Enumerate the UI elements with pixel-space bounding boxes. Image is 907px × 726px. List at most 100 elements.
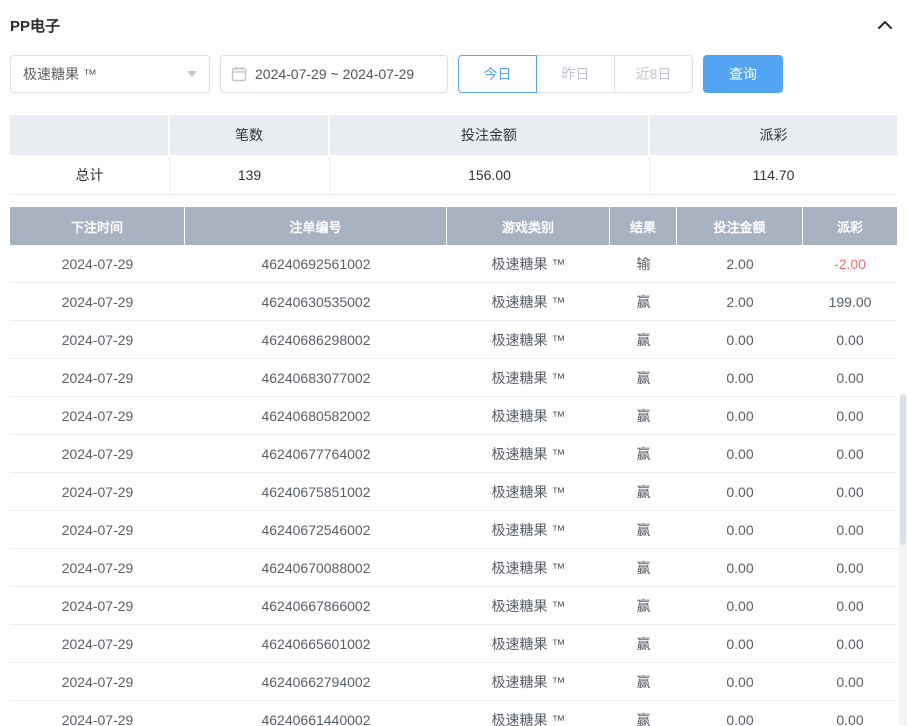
cell-order-no: 46240692561002: [185, 245, 447, 282]
table-row: 2024-07-29 46240675851002 极速糖果 ™ 赢 0.00 …: [10, 473, 897, 511]
scrollbar-thumb[interactable]: [900, 395, 906, 545]
cell-bet-time: 2024-07-29: [10, 587, 185, 624]
cell-payout: 0.00: [803, 321, 897, 358]
chevron-down-icon: [187, 71, 197, 77]
cell-order-no: 46240661440002: [185, 701, 447, 726]
cell-payout: 0.00: [803, 397, 897, 434]
cell-bet-time: 2024-07-29: [10, 245, 185, 282]
cell-game-type: 极速糖果 ™: [447, 245, 610, 282]
cell-bet-amount: 0.00: [677, 397, 803, 434]
table-row: 2024-07-29 46240670088002 极速糖果 ™ 赢 0.00 …: [10, 549, 897, 587]
cell-game-type: 极速糖果 ™: [447, 663, 610, 700]
summary-total-label: 总计: [10, 155, 170, 195]
cell-result: 赢: [610, 549, 677, 586]
calendar-icon: [231, 66, 247, 82]
cell-payout: -2.00: [803, 245, 897, 282]
cell-order-no: 46240683077002: [185, 359, 447, 396]
scrollbar[interactable]: [899, 393, 907, 726]
summary-total-payout: 114.70: [650, 155, 897, 195]
cell-result: 赢: [610, 663, 677, 700]
collapse-panel-button[interactable]: [873, 16, 897, 34]
summary-header-bet-amount: 投注金额: [330, 115, 650, 155]
today-button[interactable]: 今日: [458, 55, 537, 93]
chevron-up-icon: [877, 20, 893, 30]
last-8-days-button[interactable]: 近8日: [614, 55, 693, 93]
cell-result: 赢: [610, 283, 677, 320]
summary-header-row: 笔数 投注金额 派彩: [10, 115, 897, 155]
table-row: 2024-07-29 46240667866002 极速糖果 ™ 赢 0.00 …: [10, 587, 897, 625]
cell-payout: 0.00: [803, 435, 897, 472]
summary-header-payout: 派彩: [650, 115, 897, 155]
cell-payout: 0.00: [803, 359, 897, 396]
cell-result: 赢: [610, 701, 677, 726]
cell-bet-time: 2024-07-29: [10, 473, 185, 510]
cell-bet-time: 2024-07-29: [10, 625, 185, 662]
cell-game-type: 极速糖果 ™: [447, 701, 610, 726]
cell-bet-amount: 0.00: [677, 701, 803, 726]
cell-game-type: 极速糖果 ™: [447, 511, 610, 548]
header-bet-time: 下注时间: [10, 207, 185, 245]
summary-total-count: 139: [170, 155, 330, 195]
query-button[interactable]: 查询: [703, 55, 783, 93]
cell-order-no: 46240672546002: [185, 511, 447, 548]
cell-bet-amount: 0.00: [677, 549, 803, 586]
cell-bet-amount: 2.00: [677, 283, 803, 320]
table-row: 2024-07-29 46240662794002 极速糖果 ™ 赢 0.00 …: [10, 663, 897, 701]
cell-payout: 0.00: [803, 549, 897, 586]
header-bet-amount: 投注金额: [677, 207, 803, 245]
cell-bet-amount: 0.00: [677, 511, 803, 548]
header-result: 结果: [610, 207, 677, 245]
cell-payout: 0.00: [803, 625, 897, 662]
cell-result: 赢: [610, 587, 677, 624]
cell-bet-amount: 0.00: [677, 321, 803, 358]
cell-bet-time: 2024-07-29: [10, 435, 185, 472]
cell-result: 赢: [610, 473, 677, 510]
cell-game-type: 极速糖果 ™: [447, 625, 610, 662]
table-row: 2024-07-29 46240683077002 极速糖果 ™ 赢 0.00 …: [10, 359, 897, 397]
cell-bet-amount: 0.00: [677, 625, 803, 662]
cell-game-type: 极速糖果 ™: [447, 359, 610, 396]
summary-table: 笔数 投注金额 派彩 总计 139 156.00 114.70: [10, 115, 897, 195]
table-body: 2024-07-29 46240692561002 极速糖果 ™ 输 2.00 …: [10, 245, 897, 726]
cell-result: 赢: [610, 359, 677, 396]
summary-header-empty: [10, 115, 170, 155]
cell-order-no: 46240667866002: [185, 587, 447, 624]
cell-game-type: 极速糖果 ™: [447, 283, 610, 320]
panel-header: PP电子: [10, 0, 897, 46]
cell-result: 赢: [610, 435, 677, 472]
date-range-value: 2024-07-29 ~ 2024-07-29: [255, 66, 414, 82]
cell-order-no: 46240630535002: [185, 283, 447, 320]
header-payout: 派彩: [803, 207, 897, 245]
pp-electronic-panel: PP电子 极速糖果 ™ 2024-07-29 ~ 2024-07-29: [0, 0, 907, 726]
cell-order-no: 46240675851002: [185, 473, 447, 510]
yesterday-button[interactable]: 昨日: [536, 55, 615, 93]
cell-game-type: 极速糖果 ™: [447, 397, 610, 434]
summary-header-count: 笔数: [170, 115, 330, 155]
cell-bet-time: 2024-07-29: [10, 511, 185, 548]
cell-order-no: 46240665601002: [185, 625, 447, 662]
cell-result: 输: [610, 245, 677, 282]
game-select-value: 极速糖果 ™: [23, 64, 97, 84]
table-row: 2024-07-29 46240630535002 极速糖果 ™ 赢 2.00 …: [10, 283, 897, 321]
cell-result: 赢: [610, 625, 677, 662]
cell-payout: 199.00: [803, 283, 897, 320]
cell-payout: 0.00: [803, 663, 897, 700]
cell-result: 赢: [610, 511, 677, 548]
cell-bet-amount: 0.00: [677, 473, 803, 510]
cell-bet-time: 2024-07-29: [10, 321, 185, 358]
game-select[interactable]: 极速糖果 ™: [10, 55, 210, 93]
cell-payout: 0.00: [803, 587, 897, 624]
cell-bet-time: 2024-07-29: [10, 701, 185, 726]
cell-order-no: 46240680582002: [185, 397, 447, 434]
cell-bet-time: 2024-07-29: [10, 359, 185, 396]
cell-payout: 0.00: [803, 701, 897, 726]
date-range-input[interactable]: 2024-07-29 ~ 2024-07-29: [220, 55, 448, 93]
cell-game-type: 极速糖果 ™: [447, 473, 610, 510]
quick-date-button-group: 今日 昨日 近8日: [458, 55, 693, 93]
table-row: 2024-07-29 46240677764002 极速糖果 ™ 赢 0.00 …: [10, 435, 897, 473]
cell-payout: 0.00: [803, 511, 897, 548]
cell-bet-time: 2024-07-29: [10, 283, 185, 320]
table-row: 2024-07-29 46240692561002 极速糖果 ™ 输 2.00 …: [10, 245, 897, 283]
table-row: 2024-07-29 46240672546002 极速糖果 ™ 赢 0.00 …: [10, 511, 897, 549]
summary-total-bet-amount: 156.00: [330, 155, 650, 195]
